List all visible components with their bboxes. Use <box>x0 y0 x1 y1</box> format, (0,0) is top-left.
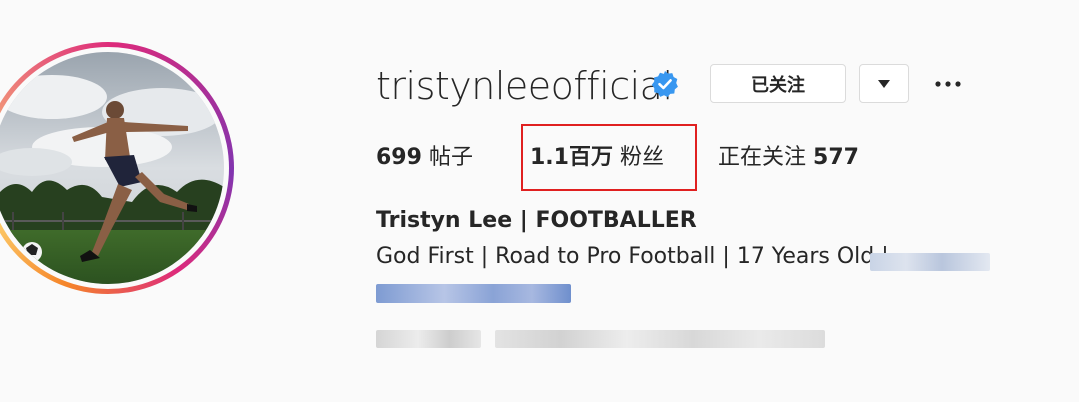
more-options-button[interactable] <box>930 66 966 102</box>
redacted-followed-by-names[interactable] <box>495 330 825 348</box>
profile-header: tristynleeofficial 已关注 699 帖子 1.1百万 粉丝 正… <box>0 0 1079 402</box>
avatar[interactable] <box>0 52 224 284</box>
avatar-story-ring[interactable] <box>0 42 234 294</box>
redacted-bio-text <box>870 253 990 271</box>
bio-text: God First | Road to Pro Football | 17 Ye… <box>376 244 889 269</box>
posts-label: 帖子 <box>428 145 473 170</box>
following-button[interactable]: 已关注 <box>710 64 846 103</box>
redacted-followed-by <box>376 330 481 348</box>
username: tristynleeofficial <box>376 64 673 108</box>
caret-down-icon <box>878 79 890 88</box>
avatar-photo <box>0 52 224 284</box>
followers-highlight-box <box>521 124 697 191</box>
posts-number: 699 <box>376 145 422 170</box>
following-number: 577 <box>813 145 859 170</box>
verified-badge-icon <box>651 70 679 98</box>
suggestions-dropdown-button[interactable] <box>859 64 909 103</box>
following-label: 正在关注 <box>718 145 807 170</box>
more-horizontal-icon <box>935 81 961 87</box>
full-name: Tristyn Lee | FOOTBALLER <box>376 208 697 233</box>
posts-count: 699 帖子 <box>376 142 473 174</box>
following-link[interactable]: 正在关注 577 <box>718 142 859 174</box>
redacted-bio-link[interactable] <box>376 284 571 303</box>
